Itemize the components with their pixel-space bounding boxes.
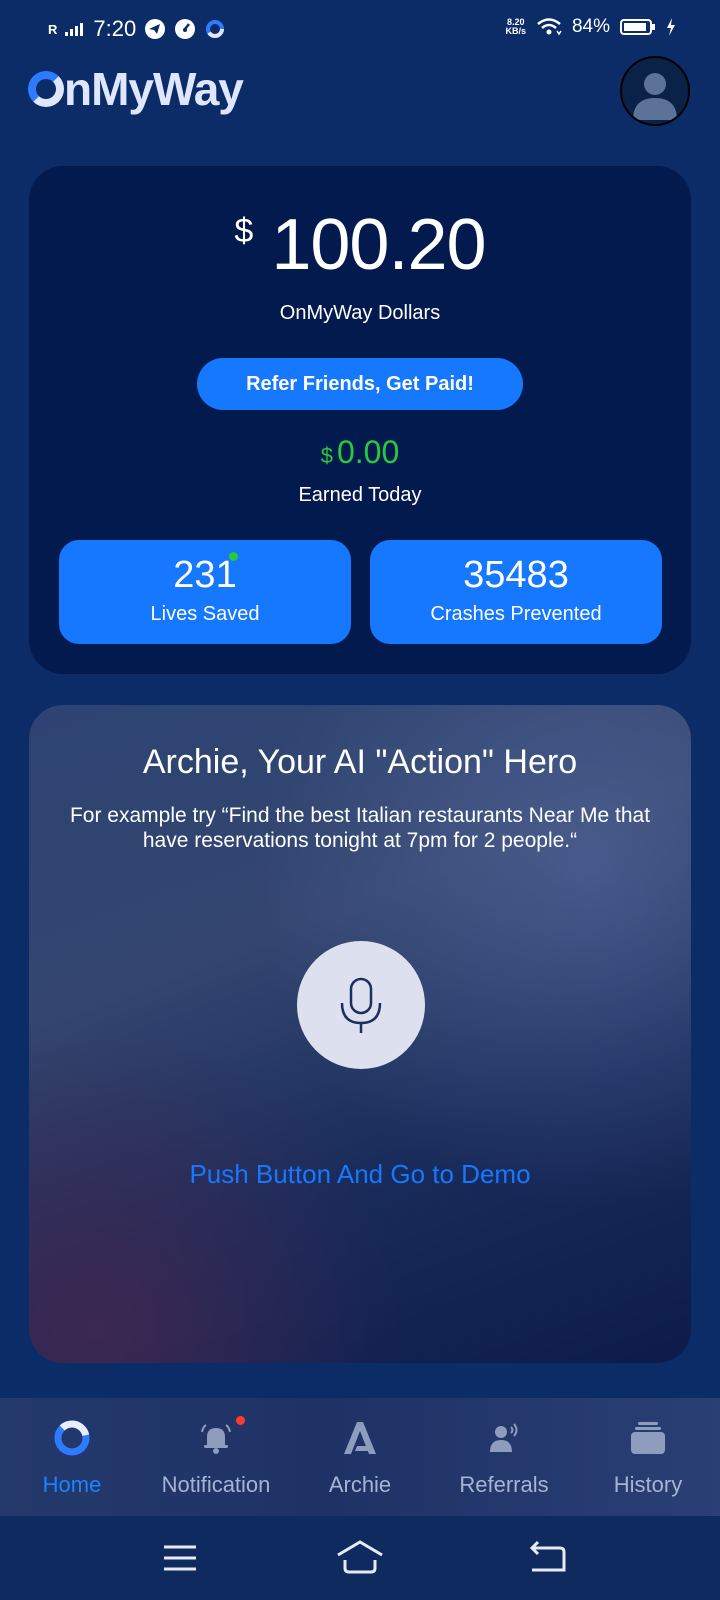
wifi-icon (537, 18, 562, 36)
microphone-button[interactable] (297, 941, 425, 1069)
home-icon (337, 1540, 383, 1574)
live-indicator-dot (229, 552, 238, 561)
nav-notification[interactable]: Notification (144, 1398, 288, 1516)
lives-saved-value: 231 (173, 554, 237, 596)
history-stack-icon (631, 1422, 665, 1454)
bell-icon (201, 1424, 231, 1454)
nav-history-label: History (613, 1472, 683, 1497)
status-time: 7:20 (93, 16, 137, 41)
earned-today-amount: $0.00 (29, 434, 691, 471)
app-status-icon (206, 20, 225, 38)
charging-icon (667, 18, 675, 36)
nav-archie[interactable]: Archie (288, 1398, 432, 1516)
back-button[interactable] (524, 1534, 572, 1582)
archie-card: Archie, Your AI "Action" Hero For exampl… (29, 705, 691, 1363)
balance-value: 100.20 (271, 205, 486, 285)
app-logo: nMyWay (28, 62, 244, 116)
home-ring-icon (54, 1420, 90, 1456)
nav-referrals[interactable]: Referrals (432, 1398, 576, 1516)
archie-description: For example try “Find the best Italian r… (69, 804, 651, 852)
crashes-prevented-label: Crashes Prevented (430, 603, 602, 625)
logo-text: nMyWay (64, 63, 244, 115)
archie-title: Archie, Your AI "Action" Hero (142, 743, 578, 781)
nav-home[interactable]: Home (0, 1398, 144, 1516)
nav-notification-label: Notification (161, 1472, 271, 1497)
microphone-icon (340, 977, 382, 1033)
crashes-prevented-value: 35483 (463, 554, 569, 596)
speedometer-icon (175, 19, 196, 39)
referral-person-icon (490, 1423, 518, 1452)
menu-button[interactable] (156, 1534, 204, 1582)
network-speed-unit: KB/s (505, 26, 526, 36)
battery-icon (620, 19, 655, 35)
battery-percent: 84% (571, 16, 610, 37)
balance-card: $100.20 OnMyWay Dollars Refer Friends, G… (29, 166, 691, 674)
system-navigation-bar (0, 1516, 720, 1600)
nav-referrals-label: Referrals (459, 1472, 549, 1497)
profile-avatar-button[interactable] (620, 56, 690, 126)
nav-home-label: Home (42, 1472, 102, 1497)
balance-amount: $100.20 (29, 204, 691, 286)
back-icon (529, 1540, 566, 1572)
earned-today-currency: $ (320, 443, 333, 468)
earned-today-value: 0.00 (336, 434, 400, 470)
system-home-button[interactable] (336, 1534, 384, 1582)
roaming-indicator: R (48, 21, 58, 37)
status-bar-left: R 7:20 (48, 16, 226, 42)
status-bar-right: 8.20 KB/s 84% (505, 16, 676, 38)
menu-icon (164, 1545, 196, 1571)
nav-archie-label: Archie (328, 1472, 392, 1497)
lives-saved-label: Lives Saved (150, 603, 260, 625)
lives-saved-stat[interactable]: 231 Lives Saved (59, 540, 351, 644)
logo-o-icon (28, 71, 64, 107)
status-bar: R 7:20 8.20 KB/s 84% (0, 0, 720, 56)
signal-icon (65, 22, 84, 36)
balance-label: OnMyWay Dollars (279, 302, 441, 324)
notification-badge-dot (236, 1416, 245, 1425)
archie-a-icon (344, 1422, 376, 1454)
user-avatar-icon (633, 73, 677, 120)
go-to-demo-link[interactable]: Push Button And Go to Demo (29, 1159, 691, 1190)
balance-currency: $ (234, 212, 254, 250)
bottom-navigation: Home Notification Archie Referrals Histo… (0, 1398, 720, 1516)
crashes-prevented-stat[interactable]: 35483 Crashes Prevented (370, 540, 662, 644)
refer-friends-button[interactable]: Refer Friends, Get Paid! (197, 358, 523, 410)
telegram-icon (145, 19, 166, 39)
earned-today-label: Earned Today (298, 484, 422, 506)
network-speed: 8.20 KB/s (505, 18, 526, 36)
nav-history[interactable]: History (576, 1398, 720, 1516)
